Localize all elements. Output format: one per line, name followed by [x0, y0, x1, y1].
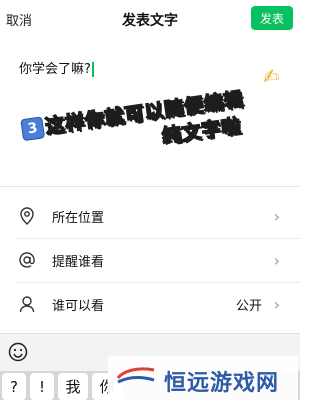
chevron-right-icon: › — [273, 250, 280, 270]
watermark: 恒远游戏网 — [108, 356, 298, 400]
chevron-right-icon: › — [273, 294, 280, 314]
location-pin-icon — [18, 207, 36, 225]
watermark-logo — [116, 367, 155, 384]
emoji-icon[interactable] — [8, 342, 28, 362]
writing-hand-icon: ✍ — [261, 63, 282, 90]
option-label: 提醒谁看 — [52, 254, 105, 270]
option-label: 所在位置 — [52, 210, 105, 226]
compose-text-area[interactable]: 你学会了嘛? — [19, 58, 94, 77]
section-divider — [0, 186, 300, 187]
watermark-text: 恒远游戏网 — [164, 371, 280, 396]
keyboard-key[interactable]: ! — [30, 373, 54, 400]
option-value: 公开 — [235, 298, 262, 314]
chevron-right-icon: › — [273, 206, 280, 226]
option-location[interactable]: 所在位置 › — [0, 194, 300, 238]
option-label: 谁可以看 — [52, 298, 105, 314]
option-remind[interactable]: 提醒谁看 › — [0, 238, 300, 282]
publish-button[interactable]: 发表 — [251, 6, 293, 30]
at-mention-icon — [18, 251, 36, 269]
keyboard-key[interactable]: 我 — [58, 373, 88, 400]
top-bar: 取消 发表文字 发表 — [0, 0, 300, 38]
compose-text: 你学会了嘛? — [19, 62, 91, 77]
keyboard-key[interactable]: ? — [2, 373, 26, 400]
option-visibility[interactable]: 谁可以看 公开 › — [0, 282, 300, 326]
step-number-badge: 3 — [20, 116, 46, 142]
person-icon — [18, 295, 36, 313]
